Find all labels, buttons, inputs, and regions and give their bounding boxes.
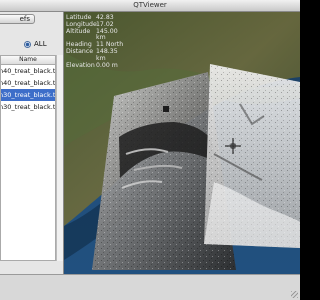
info-label: Distance xyxy=(66,47,94,55)
list-item-label: en30_treat_black.tif xyxy=(1,91,55,99)
info-row-altitude: Altitude 145.00 km xyxy=(66,27,126,43)
window-titlebar: QTViewer xyxy=(0,0,300,12)
info-label: Elevation xyxy=(66,61,95,69)
all-radio-button[interactable] xyxy=(24,41,31,48)
list-item-label: en40_treat_black.tif xyxy=(1,79,55,87)
list-item-label: en30_treat_black.tif xyxy=(1,103,55,111)
camera-info-overlay: Latitude 42.83 Longitude 17.02 Altitude … xyxy=(66,14,126,70)
list-item-label: en40_treat_black.tif xyxy=(1,67,55,75)
panel-scrollbar[interactable] xyxy=(56,55,63,261)
layer-list: Name en40_treat_black.tif en40_treat_bla… xyxy=(0,55,56,261)
info-row-distance: Distance 148.35 km xyxy=(66,47,126,63)
list-item[interactable]: en40_treat_black.tif xyxy=(1,77,55,89)
info-row-elevation: Elevation 0.00 m xyxy=(66,61,126,70)
info-label: Altitude xyxy=(66,27,91,35)
status-bar xyxy=(0,274,300,300)
info-value: 148.35 km xyxy=(96,47,118,62)
list-item-selected[interactable]: en30_treat_black.tif xyxy=(1,89,55,101)
tab-layers[interactable]: efs xyxy=(0,14,35,24)
all-radio-label: ALL xyxy=(34,40,47,48)
dark-marker xyxy=(163,106,169,112)
window-title: QTViewer xyxy=(133,1,167,9)
info-value: 0.00 m xyxy=(96,61,118,69)
list-item[interactable]: en40_treat_black.tif xyxy=(1,65,55,77)
list-item[interactable]: en30_treat_black.tif xyxy=(1,101,55,113)
resize-grip-icon[interactable] xyxy=(291,291,298,298)
layer-panel: efs ALL Name en40_treat_black.tif en40_t… xyxy=(0,12,64,274)
info-value: 145.00 km xyxy=(96,27,118,42)
list-header-name[interactable]: Name xyxy=(1,56,55,65)
